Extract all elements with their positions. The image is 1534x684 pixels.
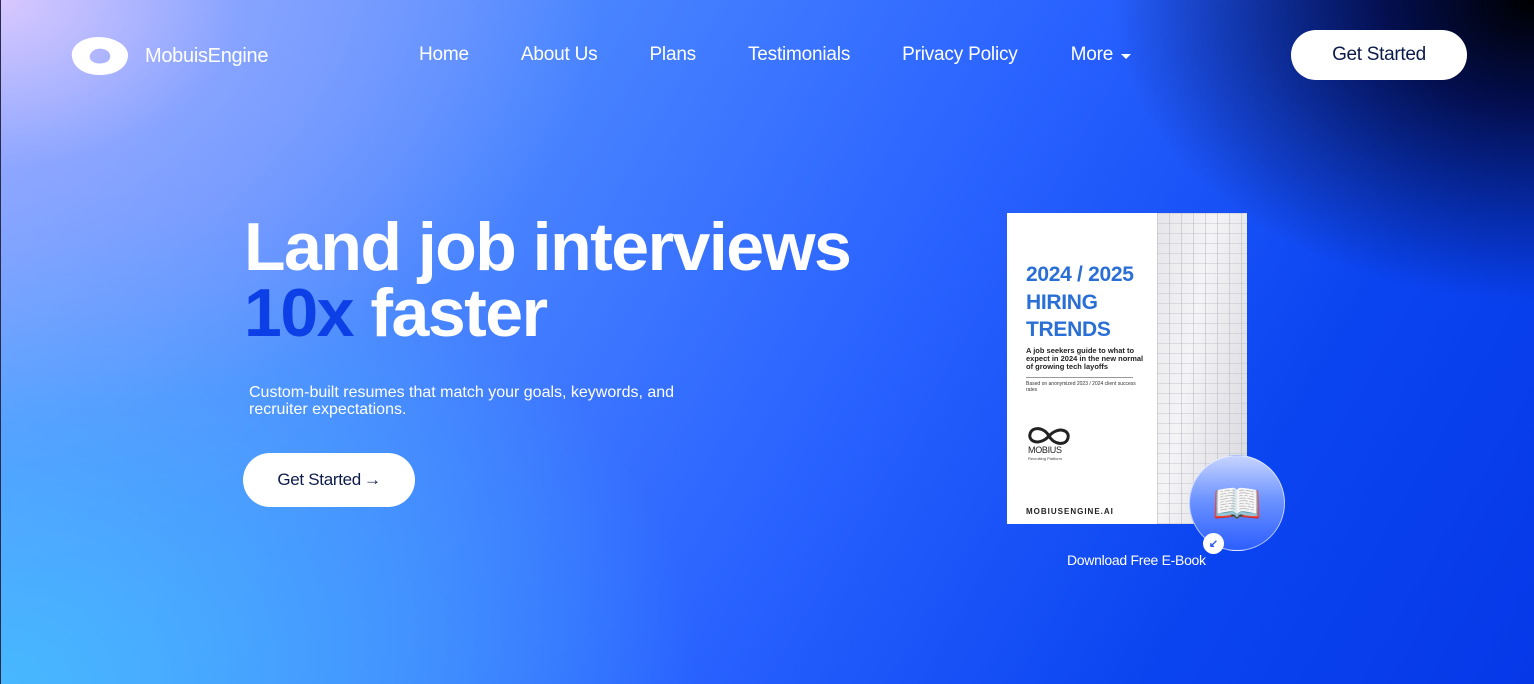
ebook-cover-divider bbox=[1026, 377, 1133, 378]
nav-plans[interactable]: Plans bbox=[649, 44, 696, 66]
arrow-right-icon: → bbox=[363, 470, 381, 489]
nav-about-us[interactable]: About Us bbox=[521, 44, 598, 66]
page-edge bbox=[0, 0, 1, 684]
download-ebook-button[interactable]: 📖 bbox=[1189, 455, 1285, 551]
ebook-cover-title-hiring: HIRING bbox=[1026, 290, 1098, 314]
hero-title-line1: Land job interviews bbox=[244, 209, 852, 285]
ebook-cover-description: A job seekers guide to what to expect in… bbox=[1026, 346, 1144, 371]
nav-home[interactable]: Home bbox=[419, 44, 469, 66]
ebook-cover-title-years: 2024 / 2025 bbox=[1026, 263, 1134, 286]
open-book-icon: 📖 bbox=[1212, 481, 1262, 526]
nav-more-dropdown[interactable]: More bbox=[1071, 44, 1132, 66]
main-nav: Home About Us Plans Testimonials Privacy… bbox=[419, 44, 1132, 66]
header-get-started-button[interactable]: Get Started bbox=[1291, 30, 1467, 80]
nav-privacy-policy[interactable]: Privacy Policy bbox=[902, 44, 1018, 66]
nav-testimonials[interactable]: Testimonials bbox=[748, 44, 850, 66]
ebook-cover-brand-sub: Recruiting Platform bbox=[1028, 456, 1063, 461]
ebook-cover-title: 2024 / 2025 HIRING TRENDS bbox=[1026, 261, 1134, 344]
ebook-cover-title-trends: TRENDS bbox=[1026, 318, 1111, 341]
brand-name: MobuisEngine bbox=[145, 44, 269, 67]
download-ebook-label[interactable]: Download Free E-Book bbox=[1067, 552, 1206, 568]
ebook-cover-note: Based on anonymized 2023 / 2024 client s… bbox=[1026, 381, 1136, 393]
hero-title-accent: 10x bbox=[244, 275, 354, 351]
nav-more-label: More bbox=[1070, 44, 1114, 65]
chevron-down-icon bbox=[1121, 54, 1132, 59]
hero-subtitle: Custom-built resumes that match your goa… bbox=[249, 384, 675, 418]
hero-cta-label: Get Started bbox=[277, 470, 361, 489]
ring-logo-icon bbox=[71, 37, 128, 75]
download-arrow-icon[interactable]: ↙ bbox=[1203, 533, 1224, 554]
ebook-cover-url: MOBIUSENGINE.AI bbox=[1026, 507, 1114, 516]
hero-get-started-button[interactable]: Get Started → bbox=[243, 453, 415, 507]
brand-logo[interactable]: MobuisEngine bbox=[68, 35, 268, 77]
ebook-cover-brand: MOBIUS bbox=[1028, 445, 1062, 455]
hero-title-rest: faster bbox=[370, 275, 548, 351]
hero-title: Land job interviews 10x faster bbox=[244, 213, 852, 347]
